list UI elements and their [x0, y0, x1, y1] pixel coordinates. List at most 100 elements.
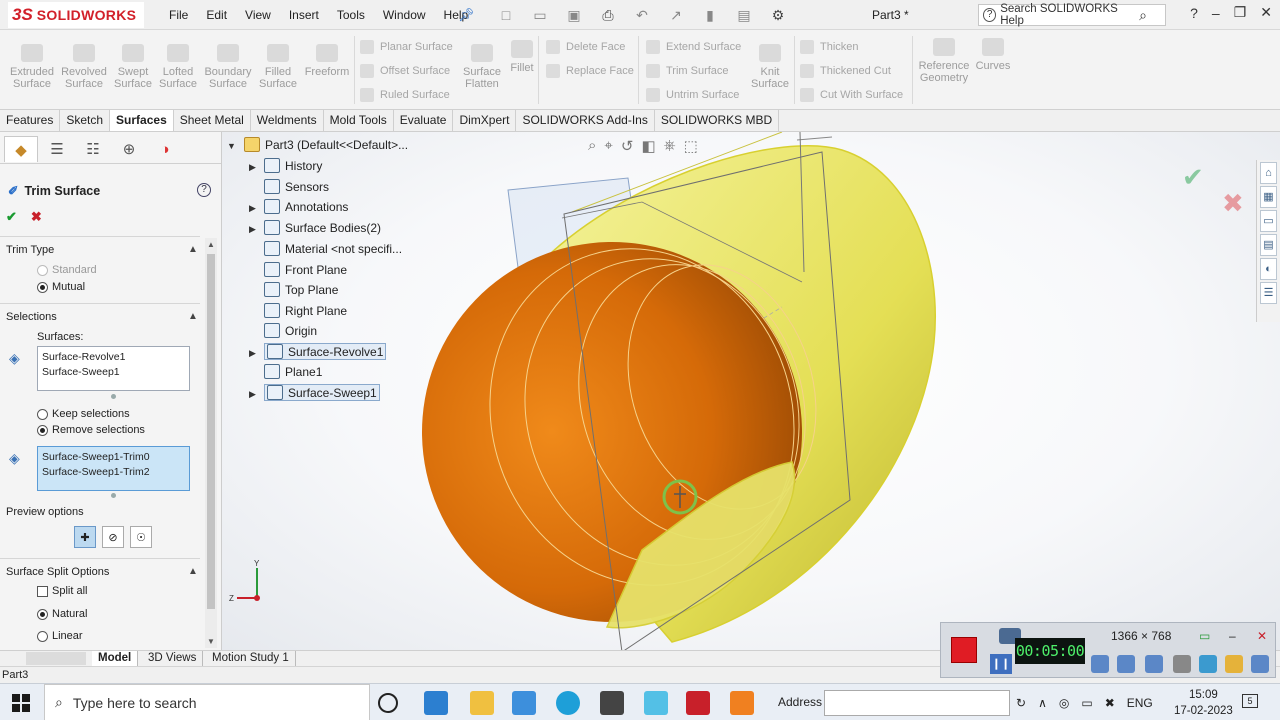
tree-node-surface-sweep1[interactable]: Surface-Sweep1	[264, 384, 380, 401]
extend-surface-button[interactable]: Extend Surface	[646, 40, 741, 54]
tree-expand-icon[interactable]: ▶	[249, 224, 256, 235]
settings-gear-icon[interactable]	[1251, 655, 1269, 673]
webcam-icon[interactable]	[1145, 655, 1163, 673]
collapse-chevron-icon[interactable]: ▲	[188, 244, 198, 255]
file-explorer-icon[interactable]	[470, 691, 494, 715]
menu-tools[interactable]: Tools	[328, 0, 374, 30]
tree-expand-icon[interactable]: ▶	[249, 203, 256, 214]
curves-button[interactable]: Curves	[974, 38, 1012, 72]
menu-window[interactable]: Window	[374, 0, 435, 30]
feature-manager-tab-icon[interactable]: ◆	[4, 136, 38, 162]
surface-flatten-button[interactable]: Surface Flatten	[460, 44, 504, 90]
remove-selections-option[interactable]: Remove selections	[37, 424, 145, 436]
battery-icon[interactable]: ▭	[1081, 696, 1092, 710]
dynamic-annotation-icon[interactable]: ⎈	[664, 137, 676, 155]
tree-node-history[interactable]: History	[264, 158, 322, 173]
new-document-icon[interactable]: □	[492, 5, 520, 25]
replace-face-button[interactable]: Replace Face	[546, 64, 634, 78]
design-library-icon[interactable]: ▦	[1260, 186, 1277, 208]
volume-icon[interactable]	[1091, 655, 1109, 673]
custom-properties-icon[interactable]: ☰	[1260, 282, 1277, 304]
swept-surface-button[interactable]: Swept Surface	[110, 44, 156, 90]
collapse-chevron-icon[interactable]: ▲	[188, 311, 198, 322]
menu-file[interactable]: File	[160, 0, 197, 30]
tab-model[interactable]: Model	[92, 651, 139, 666]
surfaces-list[interactable]: Surface-Revolve1 Surface-Sweep1	[37, 346, 190, 391]
thicken-button[interactable]: Thicken	[800, 40, 859, 54]
ok-check-icon[interactable]: ✔	[6, 209, 17, 225]
radio-natural[interactable]	[37, 608, 48, 620]
list-item[interactable]: Surface-Revolve1	[42, 350, 185, 365]
cut-with-surface-button[interactable]: Cut With Surface	[800, 88, 903, 102]
zoom-area-icon[interactable]: ⌖	[604, 137, 612, 155]
undo-icon[interactable]: ↶	[628, 5, 656, 25]
split-all-checkbox[interactable]	[37, 585, 48, 597]
radio-standard[interactable]	[37, 264, 48, 276]
tree-node-front-plane[interactable]: Front Plane	[264, 262, 347, 277]
show-included-preview-icon[interactable]: ✚	[74, 526, 96, 548]
scroll-down-icon[interactable]: ▼	[207, 637, 215, 646]
tree-collapse-icon[interactable]: ▼	[227, 141, 236, 151]
thickened-cut-button[interactable]: Thickened Cut	[800, 64, 891, 78]
freeform-button[interactable]: Freeform	[302, 44, 352, 78]
tree-node-sensors[interactable]: Sensors	[264, 179, 329, 194]
trim-surface-button[interactable]: Trim Surface	[646, 64, 729, 78]
scroll-thumb[interactable]	[207, 254, 215, 609]
confirm-corner-cancel-icon[interactable]: ✖	[1222, 188, 1244, 219]
radio-linear[interactable]	[37, 630, 48, 642]
view-palette-icon[interactable]: ▤	[1260, 234, 1277, 256]
refresh-icon[interactable]: ↻	[1016, 696, 1026, 710]
tree-expand-icon[interactable]: ▶	[249, 162, 256, 173]
revolved-surface-button[interactable]: Revolved Surface	[60, 44, 108, 90]
recorder-taskbar-icon[interactable]	[730, 691, 754, 715]
natural-option[interactable]: Natural	[37, 608, 87, 620]
collapse-chevron-icon[interactable]: ▲	[188, 566, 198, 577]
tree-root-part[interactable]: Part3 (Default<<Default>...	[244, 137, 408, 152]
tab-sketch[interactable]: Sketch	[60, 110, 111, 131]
edge-browser-icon[interactable]	[556, 691, 580, 715]
task-view-icon[interactable]	[378, 693, 398, 713]
list-item[interactable]: Surface-Sweep1	[42, 365, 185, 380]
menu-insert[interactable]: Insert	[280, 0, 328, 30]
rebuild-icon[interactable]: ▮	[696, 5, 724, 25]
untrim-surface-button[interactable]: Untrim Surface	[646, 88, 739, 102]
radio-mutual[interactable]	[37, 281, 48, 293]
ruled-surface-button[interactable]: Ruled Surface	[360, 88, 450, 102]
show-excluded-preview-icon[interactable]: ⊘	[102, 526, 124, 548]
speaker-muted-icon[interactable]: ✖	[1105, 696, 1115, 710]
dimxpert-manager-tab-icon[interactable]: ⊕	[112, 136, 146, 162]
cursor-icon[interactable]	[1173, 655, 1191, 673]
tab-dimxpert[interactable]: DimXpert	[453, 110, 517, 131]
split-all-option[interactable]: Split all	[37, 585, 87, 597]
cancel-x-icon[interactable]: ✖	[31, 209, 42, 225]
keep-selections-option[interactable]: Keep selections	[37, 408, 130, 420]
tab-mold-tools[interactable]: Mold Tools	[324, 110, 394, 131]
linear-option[interactable]: Linear	[37, 630, 83, 642]
tab-surfaces[interactable]: Surfaces	[110, 110, 174, 131]
app-icon[interactable]	[644, 691, 668, 715]
appearances-icon[interactable]: ◐	[1260, 258, 1277, 280]
print-icon[interactable]: ⎙	[594, 5, 622, 25]
open-folder-icon[interactable]: ▭	[526, 5, 554, 25]
tree-node-top-plane[interactable]: Top Plane	[264, 282, 338, 297]
tab-scroll-arrows[interactable]	[26, 652, 86, 665]
radio-remove[interactable]	[37, 424, 48, 436]
tree-node-right-plane[interactable]: Right Plane	[264, 303, 347, 318]
pause-button[interactable]: ❙❙	[990, 654, 1012, 674]
property-manager-tab-icon[interactable]: ☰	[40, 136, 74, 162]
tree-node-surface-bodies[interactable]: Surface Bodies(2)	[264, 220, 381, 235]
store-icon[interactable]	[512, 691, 536, 715]
show-all-preview-icon[interactable]: ☉	[130, 526, 152, 548]
pieces-to-remove-list[interactable]: Surface-Sweep1-Trim0 Surface-Sweep1-Trim…	[37, 446, 190, 491]
recorder-minimize-icon[interactable]: –	[1229, 629, 1236, 643]
help-menu-icon[interactable]: ?	[1190, 5, 1198, 21]
configuration-manager-tab-icon[interactable]: ☷	[76, 136, 110, 162]
surface-split-options-header[interactable]: Surface Split Options	[6, 566, 109, 578]
section-view-icon[interactable]: ◧	[641, 137, 655, 155]
mail-icon[interactable]	[600, 691, 624, 715]
zoom-to-fit-icon[interactable]: ⌕	[588, 137, 596, 155]
tree-node-annotations[interactable]: Annotations	[264, 199, 348, 214]
draw-pen-icon[interactable]	[1199, 655, 1217, 673]
address-input[interactable]	[824, 690, 1010, 716]
display-manager-tab-icon[interactable]: ◑	[148, 136, 182, 162]
